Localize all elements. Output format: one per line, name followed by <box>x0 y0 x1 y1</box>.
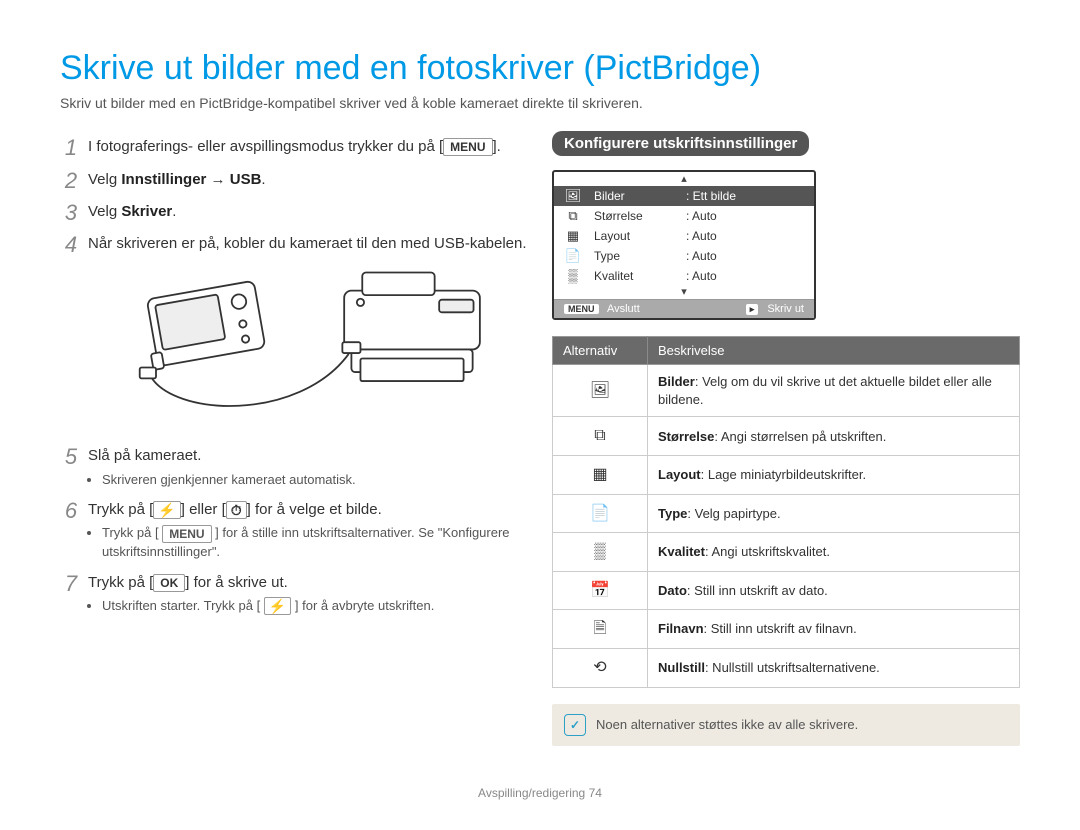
screen-menu-row: ▒ Kvalitet Auto <box>554 266 814 285</box>
option-desc: Størrelse: Angi størrelsen på utskriften… <box>648 417 1020 456</box>
step-subnote: Trykk på [ MENU ] for å stille inn utskr… <box>102 524 528 560</box>
table-row: 📅Dato: Still inn utskrift av dato. <box>553 571 1020 610</box>
table-row: ▒Kvalitet: Angi utskriftskvalitet. <box>553 533 1020 572</box>
option-icon: ⧉ <box>553 417 648 456</box>
row-icon: ⧉ <box>564 208 582 224</box>
screen-menu-row: ▦ Layout Auto <box>554 226 814 246</box>
step-number: 5 <box>60 442 82 472</box>
step-number: 1 <box>60 133 82 163</box>
row-icon: ▒ <box>564 268 582 283</box>
screen-footer-right: ▸ Skriv ut <box>746 303 804 315</box>
section-heading: Konfigurere utskriftsinnstillinger <box>552 131 809 156</box>
step: 7Trykk på [OK] for å skrive ut.Utskrifte… <box>60 573 528 616</box>
intro-text: Skriv ut bilder med en PictBridge-kompat… <box>60 95 1020 111</box>
menu-button-icon: MENU <box>162 525 211 543</box>
note-text: Noen alternativer støttes ikke av alle s… <box>596 717 858 732</box>
keyword: Innstillinger <box>121 171 206 188</box>
step-number: 7 <box>60 569 82 599</box>
option-desc: Layout: Lage miniatyrbildeutskrifter. <box>648 456 1020 495</box>
option-icon: ⟲ <box>553 649 648 688</box>
option-desc: Dato: Still inn utskrift av dato. <box>648 571 1020 610</box>
menu-button-icon: MENU <box>443 138 492 156</box>
row-label: Bilder <box>594 189 674 203</box>
row-label: Type <box>594 249 674 263</box>
option-icon: ▒ <box>553 533 648 572</box>
menu-icon: MENU <box>564 304 599 314</box>
option-desc: Kvalitet: Angi utskriftskvalitet. <box>648 533 1020 572</box>
screen-menu-row: ⧉ Størrelse Auto <box>554 206 814 226</box>
step-number: 6 <box>60 496 82 526</box>
step-number: 2 <box>60 166 82 196</box>
option-icon: 📅 <box>553 571 648 610</box>
step-subnote: Skriveren gjenkjenner kameraet automatis… <box>102 471 528 489</box>
row-icon: 📄 <box>564 248 582 264</box>
table-row: ⧉Størrelse: Angi størrelsen på utskrifte… <box>553 417 1020 456</box>
screen-menu-row: 📄 Type Auto <box>554 246 814 266</box>
flash-button-icon: ⚡ <box>264 597 291 615</box>
option-icon: 📄 <box>553 494 648 533</box>
row-value: Auto <box>686 269 717 283</box>
option-icon: 🗎 <box>553 610 648 649</box>
step: 6Trykk på [⚡] eller [⏱] for å velge et b… <box>60 500 528 560</box>
keyword: USB <box>230 171 262 188</box>
screen-menu-row: 🖼 Bilder Ett bilde <box>554 186 814 206</box>
note-box: ✓ Noen alternativer støttes ikke av alle… <box>552 704 1020 746</box>
keyword: Skriver <box>121 203 172 220</box>
page-title: Skrive ut bilder med en fotoskriver (Pic… <box>60 50 1020 87</box>
row-value: Auto <box>686 209 717 223</box>
step: 3Velg Skriver. <box>60 202 528 222</box>
note-icon: ✓ <box>564 714 586 736</box>
screen-footer-left: MENU Avslutt <box>564 303 640 315</box>
row-value: Auto <box>686 229 717 243</box>
step: 2Velg Innstillinger → USB. <box>60 170 528 190</box>
table-row: ▦Layout: Lage miniatyrbildeutskrifter. <box>553 456 1020 495</box>
row-label: Kvalitet <box>594 269 674 283</box>
settings-screen: ▴ 🖼 Bilder Ett bilde ⧉ Størrelse Auto ▦ Layout A… <box>552 170 816 320</box>
camera-printer-illustration <box>88 268 528 428</box>
ok-button-icon: OK <box>153 574 185 592</box>
row-label: Layout <box>594 229 674 243</box>
play-icon: ▸ <box>746 304 759 315</box>
step-subnote: Utskriften starter. Trykk på [ ⚡ ] for å… <box>102 597 528 616</box>
scroll-up-icon: ▴ <box>554 172 814 186</box>
options-table: Alternativ Beskrivelse 🖼Bilder: Velg om … <box>552 336 1020 687</box>
option-icon: 🖼 <box>553 365 648 417</box>
options-header-desc: Beskrivelse <box>648 337 1020 365</box>
option-desc: Filnavn: Still inn utskrift av filnavn. <box>648 610 1020 649</box>
table-row: 📄Type: Velg papirtype. <box>553 494 1020 533</box>
option-desc: Nullstill: Nullstill utskriftsalternativ… <box>648 649 1020 688</box>
table-row: 🖼Bilder: Velg om du vil skrive ut det ak… <box>553 365 1020 417</box>
row-value: Ett bilde <box>686 189 736 203</box>
step: 1I fotograferings- eller avspillingsmodu… <box>60 137 528 157</box>
steps-list: 1I fotograferings- eller avspillingsmodu… <box>60 137 528 615</box>
page-footer: Avspilling/redigering 74 <box>60 786 1020 800</box>
option-desc: Type: Velg papirtype. <box>648 494 1020 533</box>
scroll-down-icon: ▾ <box>554 285 814 299</box>
row-value: Auto <box>686 249 717 263</box>
step-number: 3 <box>60 198 82 228</box>
option-desc: Bilder: Velg om du vil skrive ut det akt… <box>648 365 1020 417</box>
row-icon: 🖼 <box>564 188 582 204</box>
table-row: 🗎Filnavn: Still inn utskrift av filnavn. <box>553 610 1020 649</box>
options-header-alt: Alternativ <box>553 337 648 365</box>
flash-button-icon: ⚡ <box>153 501 180 519</box>
option-icon: ▦ <box>553 456 648 495</box>
timer-button-icon: ⏱ <box>226 501 247 519</box>
table-row: ⟲Nullstill: Nullstill utskriftsalternati… <box>553 649 1020 688</box>
row-label: Størrelse <box>594 209 674 223</box>
step: 4Når skriveren er på, kobler du kameraet… <box>60 234 528 428</box>
row-icon: ▦ <box>564 228 582 244</box>
step: 5Slå på kameraet.Skriveren gjenkjenner k… <box>60 446 528 488</box>
step-number: 4 <box>60 230 82 260</box>
